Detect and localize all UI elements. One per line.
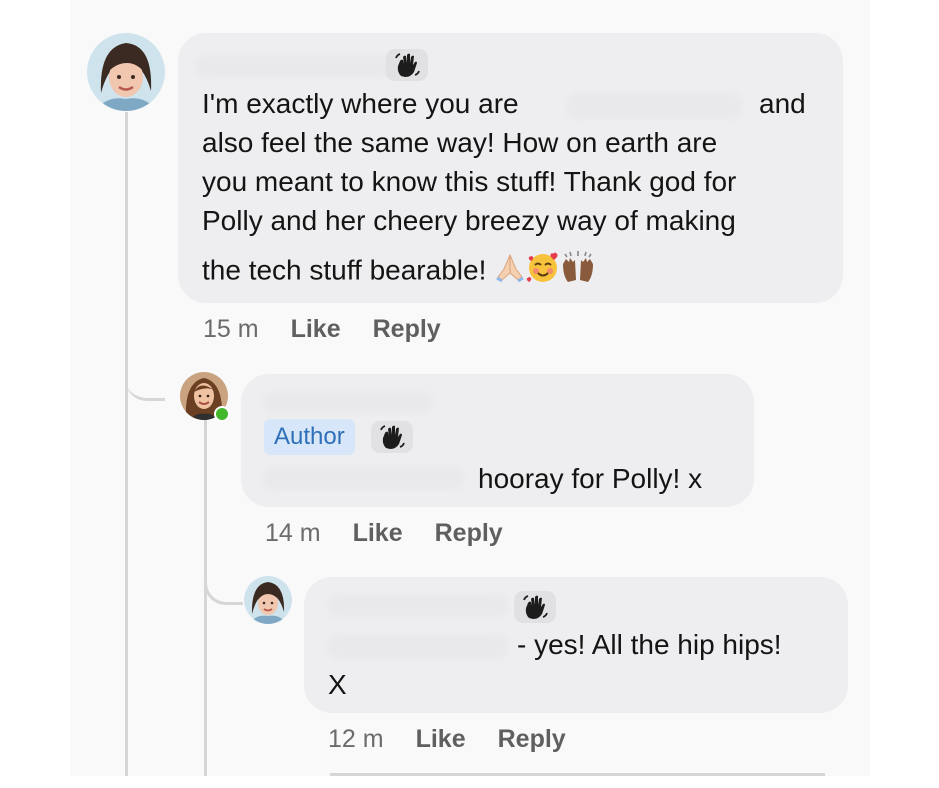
- like-button[interactable]: Like: [353, 519, 403, 548]
- next-comment-edge: [330, 773, 825, 776]
- avatar[interactable]: [244, 576, 292, 624]
- waving-hand-icon: [395, 53, 420, 77]
- new-member-badge: [514, 591, 556, 623]
- smiling-face-with-hearts-icon: [526, 250, 560, 294]
- new-member-badge: [386, 49, 428, 81]
- new-member-badge: [371, 421, 413, 453]
- reply-button[interactable]: Reply: [498, 725, 566, 754]
- comment-text-line: and: [759, 88, 806, 119]
- folded-hands-icon: [494, 251, 526, 293]
- redacted-text: [328, 635, 508, 659]
- like-button[interactable]: Like: [291, 315, 341, 344]
- avatar[interactable]: [87, 33, 165, 111]
- comment-bubble: - yes! All the hip hips! X: [304, 577, 848, 713]
- comment-bubble: Author hooray for Polly! x: [241, 374, 754, 507]
- commenter-name[interactable]: [328, 595, 508, 617]
- comment-text-line: you meant to know this stuff! Thank god …: [202, 166, 737, 197]
- redacted-text: [263, 466, 463, 490]
- comment-text-last-line: the tech stuff bearable!: [202, 250, 596, 294]
- comment-actions: 15 m Like Reply: [203, 315, 473, 344]
- comment-actions: 14 m Like Reply: [265, 519, 535, 548]
- waving-hand-icon: [523, 595, 548, 619]
- commenter-name[interactable]: [196, 55, 396, 77]
- comment-text-line: the tech stuff bearable!: [202, 254, 487, 286]
- waving-hand-icon: [380, 425, 405, 449]
- comment-timestamp[interactable]: 15 m: [203, 315, 259, 344]
- like-button[interactable]: Like: [416, 725, 466, 754]
- reply-button[interactable]: Reply: [373, 315, 441, 344]
- thread-connector-reply-1: [125, 360, 165, 401]
- comment-timestamp[interactable]: 12 m: [328, 725, 384, 754]
- comment-text-line: I'm exactly where you are: [202, 88, 519, 119]
- comment-text-line: - yes! All the hip hips!: [517, 629, 782, 660]
- comment-actions: 12 m Like Reply: [328, 725, 598, 754]
- comment-text-line: Polly and her cheery breezy way of makin…: [202, 205, 736, 236]
- comment-text-line: hooray for Polly! x: [478, 463, 703, 494]
- commenter-name[interactable]: [263, 392, 433, 414]
- raising-hands-icon: [560, 250, 596, 294]
- comment-timestamp[interactable]: 14 m: [265, 519, 321, 548]
- thread-line-reply-1: [204, 420, 207, 776]
- comment-bubble: I'm exactly where you are and also feel …: [178, 33, 843, 303]
- redacted-text: [566, 93, 742, 119]
- comment-text-line: X: [328, 669, 347, 700]
- comment-text-line: also feel the same way! How on earth are: [202, 127, 718, 158]
- thread-line-main: [125, 112, 128, 776]
- online-status-indicator: [214, 406, 230, 422]
- author-badge: Author: [264, 419, 355, 455]
- reply-button[interactable]: Reply: [435, 519, 503, 548]
